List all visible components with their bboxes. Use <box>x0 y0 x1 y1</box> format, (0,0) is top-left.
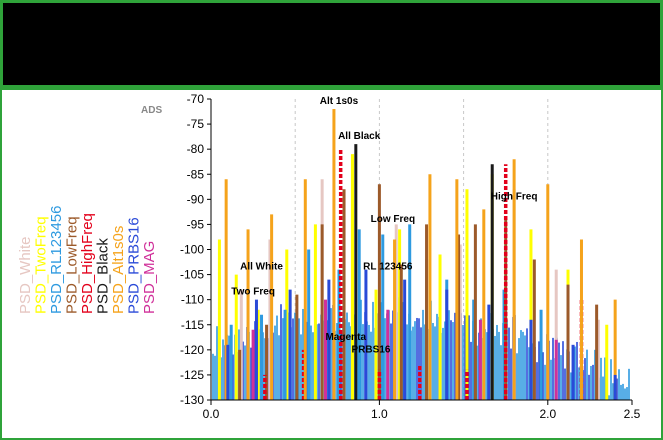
y-tick-label: -100 <box>180 243 204 257</box>
annotation-label: All Black <box>338 131 381 142</box>
y-tick-label: -80 <box>187 142 205 156</box>
annotation-label: RL 123456 <box>363 262 413 273</box>
y-tick-label: -75 <box>187 117 205 131</box>
y-tick-label: -120 <box>180 343 204 357</box>
legend-entry: PSD_LowFreq <box>64 216 81 314</box>
legend: PSD_WhitePSD_TwoFreqPSD_RL123456PSD_LowF… <box>17 206 158 314</box>
y-tick-label: -125 <box>180 368 204 382</box>
y-tick-label: -105 <box>180 268 204 282</box>
y-tick-label: -85 <box>187 167 205 181</box>
y-tick-label: -70 <box>187 92 205 106</box>
x-tick-label: 0.0 <box>203 407 220 421</box>
legend-entry: PSD_MAG <box>141 241 158 314</box>
ads-watermark: ADS <box>141 105 162 116</box>
legend-entry: PSD_White <box>17 236 34 314</box>
annotation-label: Two Freq <box>231 287 275 298</box>
psd-chart: PSD_WhitePSD_TwoFreqPSD_RL123456PSD_LowF… <box>17 92 641 421</box>
title-band <box>0 0 663 88</box>
annotation-label: PRBS16 <box>352 344 391 355</box>
legend-entry: PSD_Black <box>95 238 112 314</box>
annotation-label: Magenta <box>325 332 366 343</box>
annotation-label: Low Freq <box>371 214 415 225</box>
legend-entry: PSD_PRBS16 <box>126 217 143 314</box>
y-tick-label: -110 <box>181 293 204 307</box>
bars <box>212 109 630 400</box>
legend-entry: PSD_Alt1s0s <box>110 226 127 314</box>
legend-entry: PSD_TwoFreq <box>33 216 50 314</box>
legend-entry: PSD_HighFreq <box>79 213 96 314</box>
annotation-label: High Freq <box>491 191 538 202</box>
y-tick-label: -90 <box>187 192 205 206</box>
x-tick-label: 2.0 <box>539 407 556 421</box>
annotation-label: All White <box>240 262 283 273</box>
y-tick-label: -130 <box>180 393 204 407</box>
legend-entry: PSD_RL123456 <box>48 206 65 314</box>
x-tick-label: 1.0 <box>371 407 388 421</box>
annotation-label: Alt 1s0s <box>320 96 359 107</box>
x-tick-label: 2.5 <box>624 407 641 421</box>
y-tick-label: -95 <box>187 217 205 231</box>
y-tick-label: -115 <box>181 318 204 332</box>
